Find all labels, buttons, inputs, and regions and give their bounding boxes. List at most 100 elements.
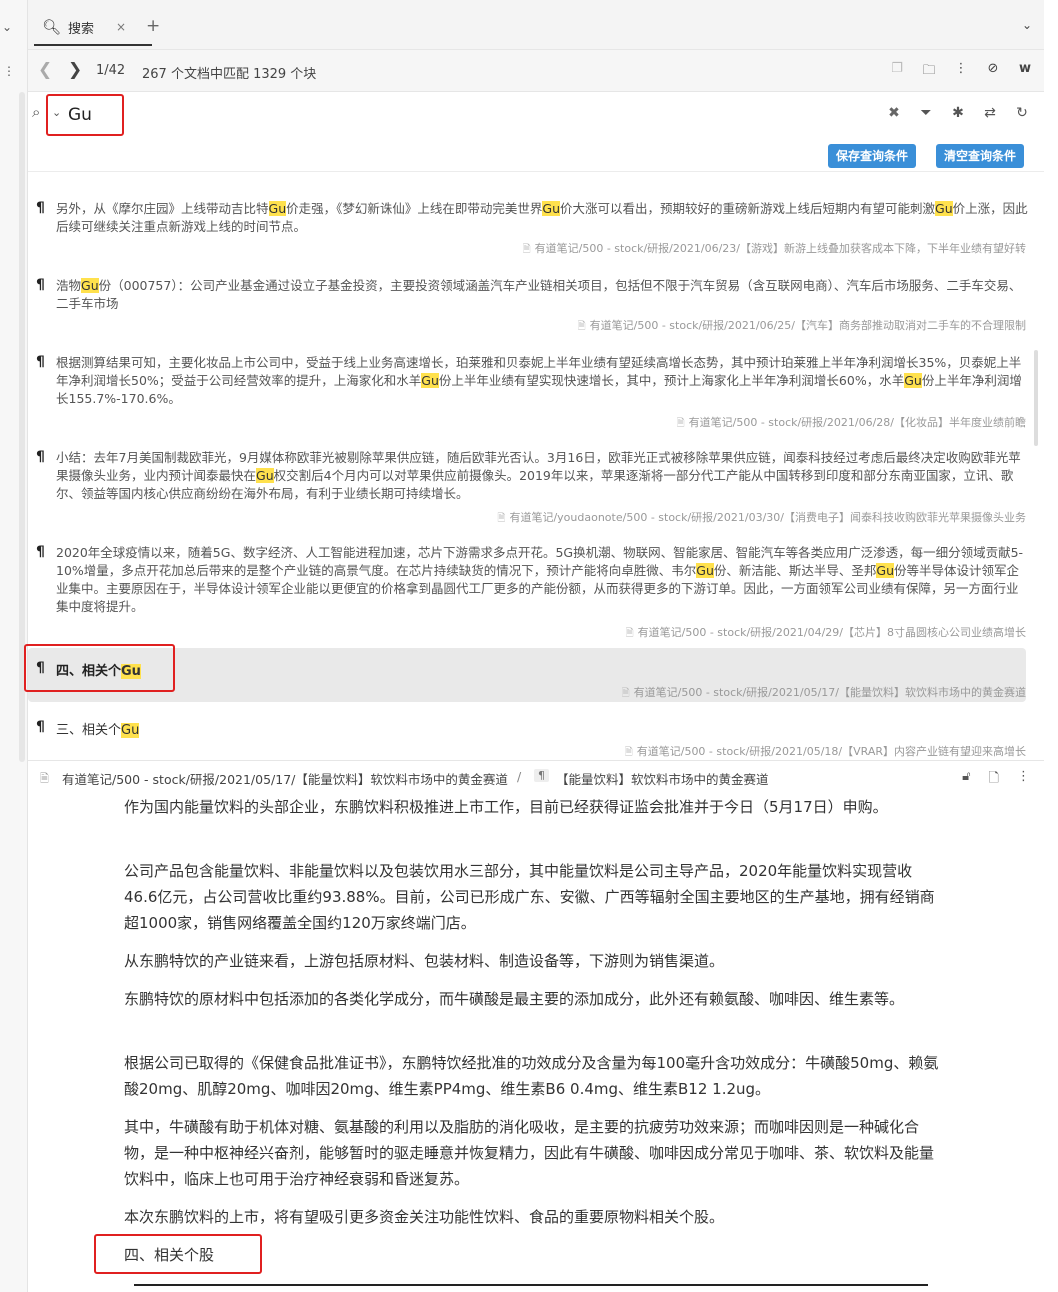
- gutter-scrollbar[interactable]: [19, 92, 25, 762]
- document-icon: 🗎: [497, 513, 506, 524]
- result-title: 三、相关个Gu: [56, 723, 140, 738]
- match-highlight: Gu: [542, 201, 560, 216]
- result-path: 🗎 有道笔记/500 - stock/研报/2021/06/25/【汽车】商务部推…: [577, 319, 1026, 332]
- paragraph: 公司产品包含能量饮料、非能量饮料以及包装饮用水三部分，其中能量饮料是公司主导产品…: [124, 862, 935, 932]
- more-vertical-icon[interactable]: ⋮: [3, 64, 15, 78]
- more-vertical-icon[interactable]: ⋮: [1017, 769, 1030, 791]
- match-highlight: Gu: [904, 373, 922, 388]
- query-button-row: 保存查询条件 清空查询条件: [28, 138, 1044, 172]
- paragraph-icon: ¶: [36, 354, 45, 370]
- clear-query-button[interactable]: 清空查询条件: [936, 144, 1025, 168]
- preview-toolbar: 🔓︎ 🗋 ⋮: [962, 769, 1030, 791]
- table-border: [134, 1284, 928, 1286]
- document-icon: 🗎: [625, 628, 634, 639]
- result-path: 🗎 有道笔记/500 - stock/研报/2021/04/29/【芯片】8寸晶圆…: [625, 626, 1026, 639]
- refresh-icon[interactable]: ↻: [1014, 105, 1030, 121]
- result-text-segment: 价大涨可以看出，预期较好的重磅新游戏上线后短期内有望可能刺激: [560, 201, 936, 216]
- result-title: 四、相关个Gu: [56, 664, 141, 679]
- result-text: 小结：去年7月美国制裁欧菲光，9月媒体称欧菲光被剔除苹果供应链，随后欧菲光否认。…: [56, 449, 1028, 503]
- search-input[interactable]: [68, 102, 668, 128]
- eye-off-icon[interactable]: ⊘: [986, 61, 1000, 83]
- paragraph-icon: ¶: [36, 544, 45, 560]
- document-icon: 🗎: [522, 244, 531, 255]
- collapse-chevron-icon[interactable]: ⌄: [2, 20, 12, 34]
- result-text: 浩物Gu份（000757）：公司产业基金通过设立子基金投资，主要投资领域涵盖汽车…: [56, 277, 1028, 313]
- add-tab-icon[interactable]: +: [146, 16, 160, 36]
- results-toolbar: ❐ 🗀 ⋮ ⊘ w: [890, 61, 1032, 83]
- search-method-dropdown-icon[interactable]: ⌄: [52, 106, 61, 119]
- result-text-segment: 价走强，《梦幻新诛仙》上线在即带动完美世界: [286, 201, 543, 216]
- search-row: ⌕ ⌄ ✖ ⏷ ✱ ⇄ ↻: [28, 92, 1044, 138]
- result-path: 🗎 有道笔记/500 - stock/研报/2021/05/17/【能量饮料】软饮…: [621, 686, 1026, 699]
- search-icon: 🔍︎: [42, 18, 62, 36]
- document-icon: 🗎: [40, 772, 49, 785]
- copy-icon[interactable]: ❐: [890, 61, 904, 83]
- result-path: 🗎 有道笔记/500 - stock/研报/2021/06/23/【游戏】新游上线…: [522, 242, 1026, 255]
- document-icon: 🗎: [577, 321, 586, 332]
- document-icon: 🗎: [624, 747, 633, 758]
- results-header: ❮ ❯ 1/42 267 个文档中匹配 1329 个块 ❐ 🗀 ⋮ ⊘ w: [28, 50, 1044, 92]
- paragraph-icon: ¶: [36, 719, 45, 735]
- preview-body: 作为国内能量饮料的头部企业，东鹏饮料积极推进上市工作，目前已经获得证监会批准并于…: [28, 794, 1044, 1292]
- open-document-icon[interactable]: 🗋: [989, 769, 999, 791]
- match-highlight: Gu: [421, 373, 439, 388]
- paragraph: 东鹏特饮的原材料中包括添加的各类化学成分，而牛磺酸是最主要的添加成分，此外还有赖…: [124, 990, 905, 1008]
- close-icon[interactable]: ×: [116, 20, 126, 34]
- next-result-icon[interactable]: ❯: [68, 60, 82, 80]
- match-highlight: Gu: [256, 468, 274, 483]
- breadcrumb[interactable]: 有道笔记/500 - stock/研报/2021/05/17/【能量饮料】软饮料…: [62, 769, 508, 788]
- paragraph-icon: ¶: [36, 277, 45, 293]
- paragraph: 从东鹏特饮的产业链来看，上游包括原材料、包装材料、制造设备等，下游则为销售渠道。: [124, 952, 725, 970]
- tab-search-label: 搜索: [68, 21, 95, 37]
- match-highlight: Gu: [268, 201, 287, 216]
- result-text: 另外，从《摩尔庄园》上线带动吉比特Gu价走强，《梦幻新诛仙》上线在即带动完美世界…: [56, 200, 1028, 236]
- results-list: ¶ 另外，从《摩尔庄园》上线带动吉比特Gu价走强，《梦幻新诛仙》上线在即带动完美…: [28, 172, 1044, 760]
- match-highlight: Gu: [876, 563, 895, 578]
- result-text-segment: 份（000757）：公司产业基金通过设立子基金投资，主要投资领域涵盖汽车产业链相…: [56, 278, 1022, 311]
- paragraph: 其中，牛磺酸有助于机体对糖、氨基酸的利用以及脂肪的消化吸收，是主要的抗疲劳功效来…: [124, 1118, 935, 1188]
- result-text-segment: 份上半年业绩有望实现快速增长，其中，预计上海家化上半年净利润增长60%，水羊: [438, 373, 905, 388]
- search-toolbar: ✖ ⏷ ✱ ⇄ ↻: [886, 105, 1030, 121]
- breadcrumb-separator: /: [517, 769, 522, 784]
- result-text-segment: 另外，从《摩尔庄园》上线带动吉比特: [56, 201, 269, 216]
- chevron-down-icon[interactable]: ⌄: [1022, 18, 1032, 32]
- match-highlight: Gu: [696, 563, 714, 578]
- unlock-icon[interactable]: 🔓︎: [962, 769, 970, 791]
- result-text-segment: 份、新洁能、斯达半导、圣邦: [713, 563, 877, 578]
- result-text: 根据测算结果可知，主要化妆品上市公司中，受益于线上业务高速增长，珀莱雅和贝泰妮上…: [56, 354, 1028, 408]
- result-path: 🗎 有道笔记/500 - stock/研报/2021/06/28/【化妆品】半年度…: [676, 416, 1026, 429]
- paragraph-icon: ¶: [36, 449, 45, 465]
- match-summary: 267 个文档中匹配 1329 个块: [142, 67, 317, 82]
- paragraph: 作为国内能量饮料的头部企业，东鹏饮料积极推进上市工作，目前已经获得证监会批准并于…: [124, 798, 888, 816]
- word-match-icon[interactable]: w: [1018, 61, 1032, 83]
- section-heading: 四、相关个股: [124, 1246, 215, 1264]
- clear-input-icon[interactable]: ✖: [886, 105, 902, 121]
- breadcrumb-block-title[interactable]: 【能量饮料】软饮料市场中的黄金赛道: [556, 769, 769, 788]
- paragraph: 根据公司已取得的《保健食品批准证书》，东鹏特饮经批准的功效成分及含量为每100毫…: [124, 1054, 939, 1098]
- result-text-segment: 浩物: [56, 278, 82, 293]
- paragraph: 本次东鹏饮料的上市，将有望吸引更多资金关注功能性饮料、食品的重要原物料相关个股。: [124, 1208, 725, 1226]
- result-path: 🗎 有道笔记/500 - stock/研报/2021/05/18/【VRAR】内容…: [624, 745, 1026, 758]
- document-icon: 🗎: [676, 418, 685, 429]
- results-scrollbar[interactable]: [1034, 350, 1038, 446]
- save-query-button[interactable]: 保存查询条件: [828, 144, 917, 168]
- filter-icon[interactable]: ⏷: [918, 105, 934, 121]
- paragraph-icon: ¶: [36, 660, 45, 676]
- replace-icon[interactable]: ⇄: [982, 105, 998, 121]
- previous-result-icon[interactable]: ❮: [38, 60, 52, 80]
- folder-icon[interactable]: 🗀: [922, 61, 936, 83]
- paragraph-icon: ¶: [534, 769, 549, 782]
- tab-search[interactable]: 🔍︎ 搜索 ×: [34, 10, 152, 46]
- match-highlight: Gu: [935, 201, 953, 216]
- tab-bar: 🔍︎ 搜索 × + ⌄: [28, 0, 1044, 50]
- match-highlight: Gu: [81, 278, 99, 293]
- document-icon: 🗎: [621, 688, 630, 699]
- result-text: 2020年全球疫情以来，随着5G、数字经济、人工智能进程加速，芯片下游需求多点开…: [56, 544, 1028, 616]
- regex-icon[interactable]: ✱: [950, 105, 966, 121]
- paragraph-icon: ¶: [36, 200, 45, 216]
- result-index: 1/42: [96, 63, 126, 78]
- more-vertical-icon[interactable]: ⋮: [954, 61, 968, 83]
- preview-header: 🗎 有道笔记/500 - stock/研报/2021/05/17/【能量饮料】软…: [28, 760, 1044, 794]
- left-gutter: ⌄ ⋮: [0, 0, 28, 1292]
- search-icon: ⌕: [32, 103, 41, 121]
